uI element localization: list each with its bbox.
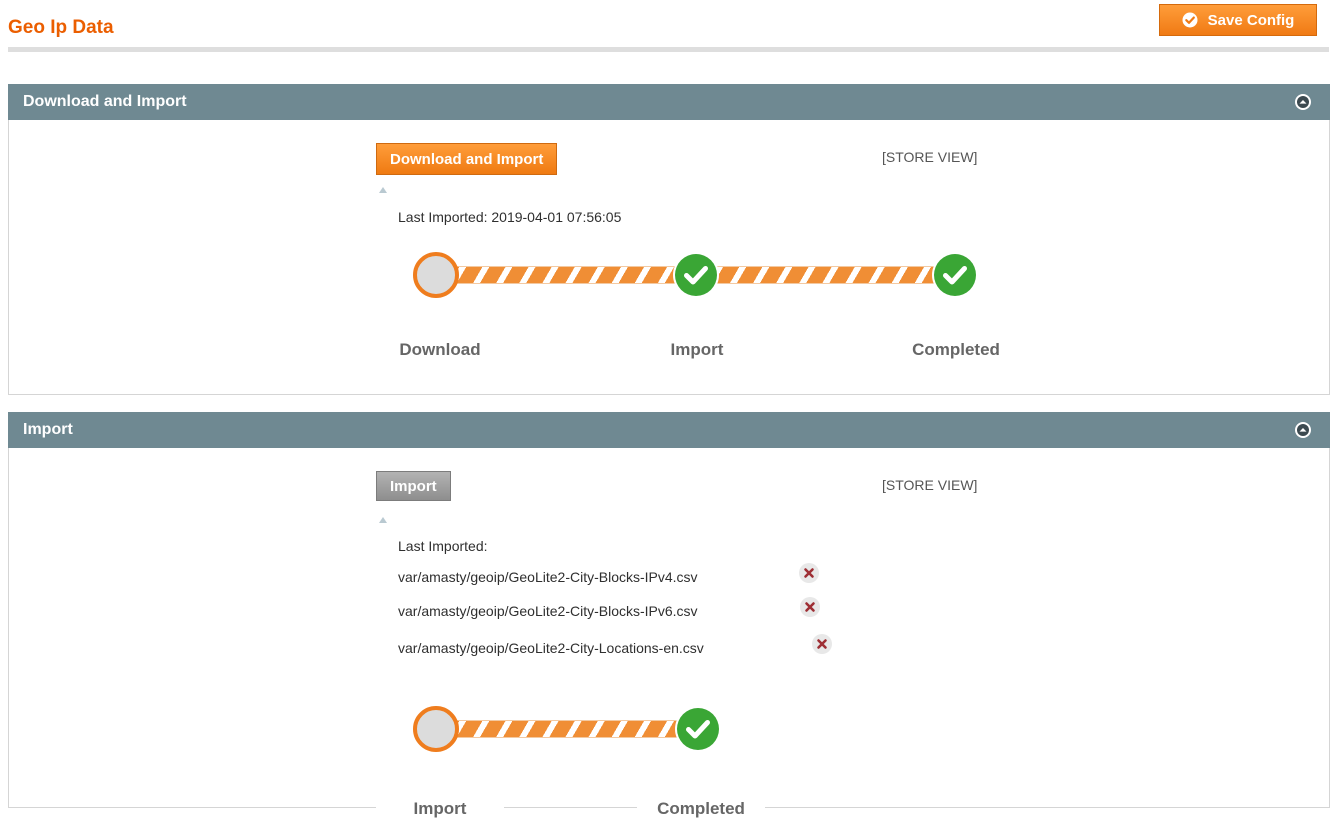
download-import-button[interactable]: Download and Import (376, 143, 558, 175)
check-circle-icon (932, 252, 978, 298)
collapse-icon[interactable] (1294, 93, 1312, 111)
import-section-title: Import (23, 421, 73, 438)
delete-x-icon[interactable] (799, 596, 821, 618)
download-import-section: Download and Import Download and Import … (8, 84, 1330, 395)
scope-label: [STORE VIEW] (882, 149, 978, 165)
download-import-section-header[interactable]: Download and Import (8, 84, 1330, 120)
step-label: Import (632, 325, 762, 365)
last-imported-text: Last Imported: (398, 538, 488, 554)
imported-file-path: var/amasty/geoip/GeoLite2-City-Locations… (398, 640, 704, 656)
import-section-body: Import [STORE VIEW] Last Imported: var/a… (8, 448, 1330, 824)
import-section-header[interactable]: Import (8, 412, 1330, 448)
download-import-section-body: Download and Import [STORE VIEW] Last Im… (8, 120, 1330, 395)
toggle-arrow-icon[interactable] (379, 187, 387, 193)
imported-file-path: var/amasty/geoip/GeoLite2-City-Blocks-IP… (398, 569, 698, 585)
import-section: Import Import [STORE VIEW] Last Imported… (8, 412, 1330, 824)
step-label: Completed (892, 325, 1020, 365)
download-import-section-title: Download and Import (23, 93, 187, 110)
empty-circle-icon (413, 252, 459, 298)
step-label: Completed (637, 784, 765, 824)
check-circle-icon (675, 706, 721, 752)
step-label: Download (376, 325, 504, 365)
import-progress: Import Completed (369, 702, 789, 824)
delete-x-icon[interactable] (811, 633, 833, 655)
page-header: Geo Ip Data Save Config (0, 0, 1333, 56)
last-imported-text: Last Imported: 2019-04-01 07:56:05 (398, 209, 622, 225)
check-circle-icon (1182, 12, 1198, 28)
collapse-icon[interactable] (1294, 421, 1312, 439)
page-title: Geo Ip Data (8, 17, 114, 38)
imported-file-path: var/amasty/geoip/GeoLite2-City-Blocks-IP… (398, 603, 698, 619)
import-button[interactable]: Import (376, 471, 451, 501)
scope-label: [STORE VIEW] (882, 477, 978, 493)
save-config-button[interactable]: Save Config (1159, 4, 1317, 36)
check-circle-icon (673, 252, 719, 298)
header-divider (8, 47, 1329, 52)
download-import-progress: Download Import Completed (369, 250, 1029, 365)
toggle-arrow-icon[interactable] (379, 517, 387, 523)
step-label: Import (376, 784, 504, 824)
save-config-label: Save Config (1207, 11, 1295, 29)
progress-bar-segment (699, 266, 949, 284)
delete-x-icon[interactable] (798, 562, 820, 584)
empty-circle-icon (413, 706, 459, 752)
